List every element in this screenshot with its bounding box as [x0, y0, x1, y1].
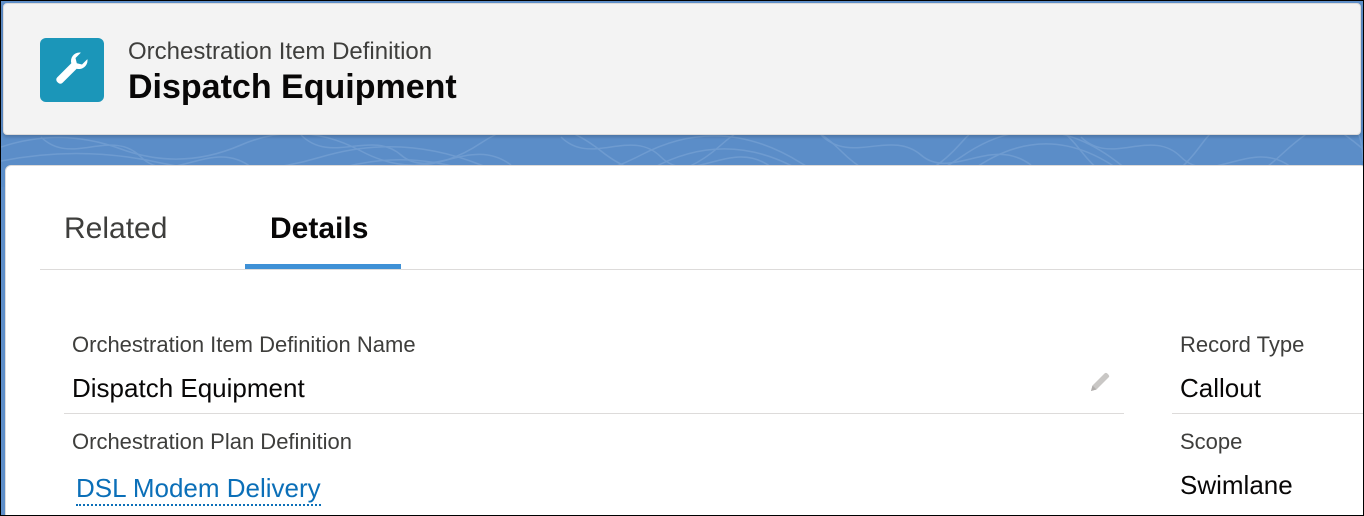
field-divider	[1172, 413, 1363, 414]
tab-related[interactable]: Related	[64, 212, 167, 246]
field-label-plan-definition: Orchestration Plan Definition	[72, 429, 353, 454]
field-value-record-type: Callout	[1180, 373, 1261, 403]
record-detail-card: Related Details Orchestration Item Defin…	[5, 165, 1363, 515]
tab-bar: Related Details	[40, 166, 1363, 270]
object-type-label: Orchestration Item Definition	[128, 38, 433, 65]
record-header: Orchestration Item Definition Dispatch E…	[3, 3, 1361, 135]
tab-details[interactable]: Details	[270, 212, 368, 246]
plan-definition-link[interactable]: DSL Modem Delivery	[76, 472, 321, 506]
field-divider	[64, 413, 1124, 414]
record-title: Dispatch Equipment	[128, 68, 457, 106]
pencil-icon[interactable]	[1086, 368, 1114, 396]
object-icon-tile	[40, 38, 104, 102]
field-label-record-type: Record Type	[1180, 332, 1305, 357]
app-frame: Orchestration Item Definition Dispatch E…	[0, 0, 1364, 516]
field-label-item-definition-name: Orchestration Item Definition Name	[72, 332, 416, 357]
field-value-scope: Swimlane	[1180, 470, 1293, 500]
active-tab-indicator	[245, 264, 401, 269]
field-value-item-definition-name: Dispatch Equipment	[72, 373, 305, 403]
wrench-icon	[52, 48, 92, 93]
field-label-scope: Scope	[1180, 429, 1243, 454]
